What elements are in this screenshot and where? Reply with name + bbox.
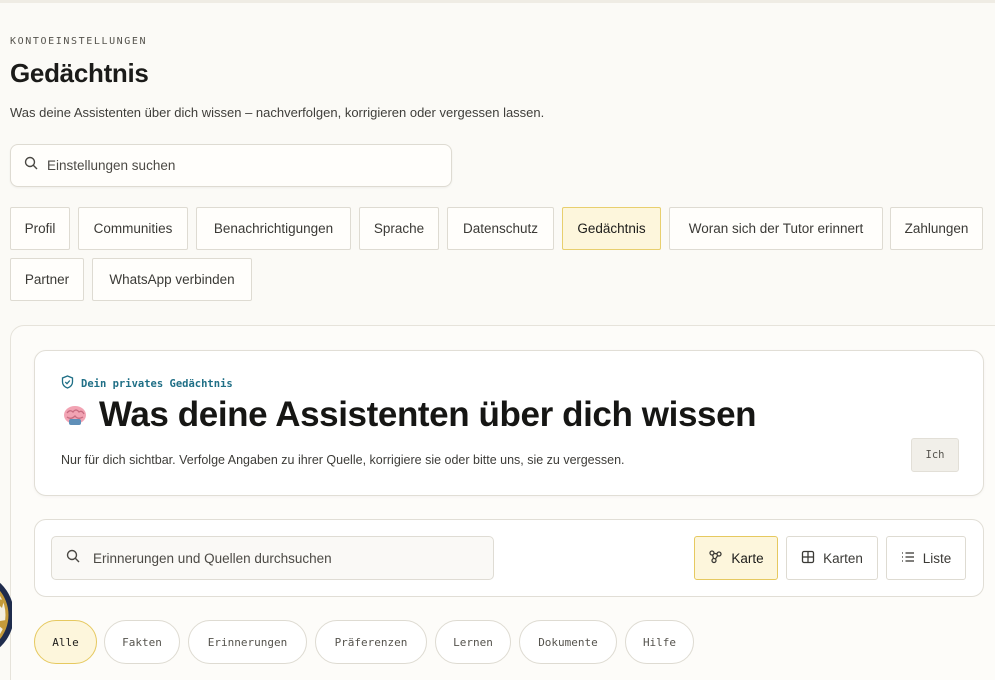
hero-title-text: Was deine Assistenten über dich wissen [99, 395, 757, 434]
hero-title: Was deine Assistenten über dich wissen [61, 395, 757, 435]
memory-controls: Karte Karten Liste [34, 519, 984, 597]
grid-icon [801, 550, 815, 567]
view-liste-button[interactable]: Liste [886, 536, 966, 580]
settings-search-input[interactable] [47, 158, 410, 173]
memory-search[interactable] [51, 536, 494, 580]
tab-profil[interactable]: Profil [10, 207, 70, 250]
tab-communities[interactable]: Communities [78, 207, 188, 250]
top-divider [0, 0, 995, 3]
view-liste-label: Liste [922, 550, 952, 566]
badge-label: Dein privates Gedächtnis [81, 377, 233, 390]
view-karte-label: Karte [731, 550, 764, 566]
graph-icon [708, 549, 723, 567]
tab-datenschutz[interactable]: Datenschutz [447, 207, 554, 250]
tab-tutor-erinnert[interactable]: Woran sich der Tutor erinnert [669, 207, 883, 250]
seal-logo [0, 560, 12, 670]
tab-zahlungen[interactable]: Zahlungen [890, 207, 983, 250]
section-eyebrow: KONTOEINSTELLUNGEN [10, 36, 148, 47]
page-subtitle: Was deine Assistenten über dich wissen –… [10, 105, 545, 120]
brain-icon [61, 401, 89, 429]
view-karten-label: Karten [823, 550, 863, 566]
search-icon [24, 156, 38, 175]
view-karten-button[interactable]: Karten [786, 536, 878, 580]
memory-hero-card: Dein privates Gedächtnis Was deine Assis… [34, 350, 984, 496]
filter-alle[interactable]: Alle [34, 620, 97, 664]
tab-whatsapp[interactable]: WhatsApp verbinden [92, 258, 252, 301]
shield-check-icon [61, 375, 74, 392]
filter-dokumente[interactable]: Dokumente [519, 620, 617, 664]
filter-praeferenzen[interactable]: Präferenzen [315, 620, 427, 664]
filter-fakten[interactable]: Fakten [104, 620, 180, 664]
list-icon [901, 551, 915, 566]
private-memory-badge: Dein privates Gedächtnis [61, 375, 233, 392]
tab-sprache[interactable]: Sprache [359, 207, 439, 250]
filter-erinnerungen[interactable]: Erinnerungen [188, 620, 307, 664]
settings-search[interactable] [10, 144, 452, 187]
filter-hilfe[interactable]: Hilfe [625, 620, 694, 664]
view-karte-button[interactable]: Karte [694, 536, 778, 580]
memory-search-input[interactable] [93, 550, 456, 566]
tab-partner[interactable]: Partner [10, 258, 84, 301]
search-icon [66, 549, 80, 568]
hero-description: Nur für dich sichtbar. Verfolge Angaben … [61, 453, 625, 467]
me-button[interactable]: Ich [911, 438, 959, 472]
tab-benachrichtigungen[interactable]: Benachrichtigungen [196, 207, 351, 250]
tab-gedaechtnis[interactable]: Gedächtnis [562, 207, 661, 250]
filter-lernen[interactable]: Lernen [435, 620, 511, 664]
page-title: Gedächtnis [10, 58, 149, 88]
